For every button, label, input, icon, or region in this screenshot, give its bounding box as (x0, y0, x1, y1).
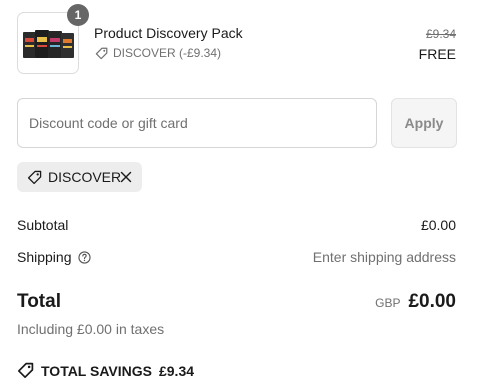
product-price: FREE (418, 46, 456, 62)
quantity-badge: 1 (67, 4, 89, 26)
question-circle-icon[interactable] (77, 250, 91, 264)
subtotal-label: Subtotal (17, 217, 69, 233)
product-pack-image (23, 30, 74, 58)
product-name: Product Discovery Pack (94, 25, 243, 41)
discount-code-input[interactable] (17, 98, 377, 148)
applied-discount-label: DISCOVER (48, 169, 122, 185)
total-savings-label: TOTAL SAVINGS (41, 362, 152, 379)
tag-icon (17, 362, 34, 379)
shipping-label: Shipping (17, 249, 72, 265)
total-savings-value: £9.34 (158, 362, 195, 379)
currency-code: GBP (375, 296, 401, 310)
tag-icon (27, 170, 42, 184)
remove-discount-button[interactable] (118, 169, 134, 185)
product-discount: DISCOVER (-£9.34) (95, 46, 221, 60)
close-icon (120, 171, 132, 183)
applied-discount-chip: DISCOVER (17, 162, 142, 192)
total-value: £0.00 (408, 291, 456, 312)
shipping-value: Enter shipping address (312, 249, 456, 265)
subtotal-value: £0.00 (420, 217, 456, 233)
product-discount-text: DISCOVER (-£9.34) (113, 46, 222, 60)
product-thumbnail: 1 (17, 4, 89, 74)
total-savings: TOTAL SAVINGS £9.34 (17, 362, 194, 379)
tag-icon (95, 47, 108, 59)
apply-button[interactable]: Apply (391, 98, 457, 148)
total-label: Total (17, 291, 61, 312)
total-amount: GBP £0.00 (375, 291, 456, 313)
original-price: £9.34 (425, 27, 456, 41)
shipping-row-label: Shipping (17, 249, 91, 265)
taxes-note: Including £0.00 in taxes (17, 321, 165, 337)
order-summary: 1 Product Discovery Pack DISCOVER (-£9.3… (0, 0, 500, 386)
